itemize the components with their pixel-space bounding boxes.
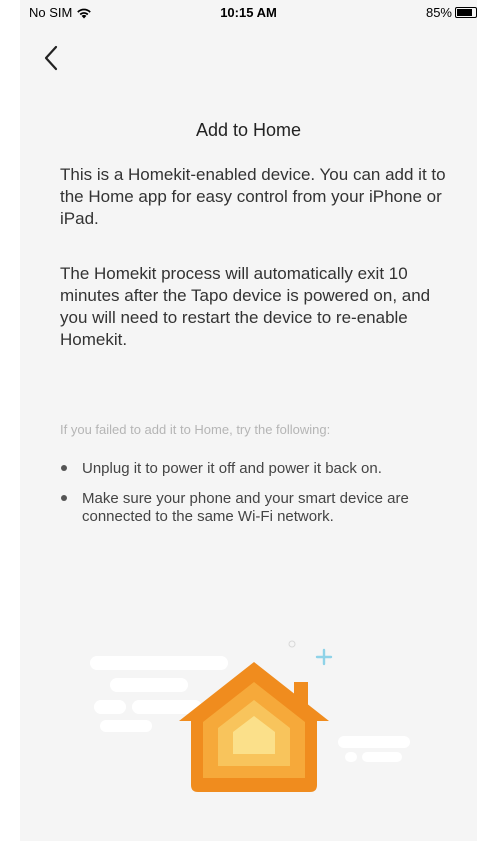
sparkle-plus-icon — [315, 648, 333, 666]
intro-text: This is a Homekit-enabled device. You ca… — [60, 165, 446, 228]
back-button[interactable] — [36, 42, 66, 74]
bullet-icon — [61, 465, 67, 471]
battery-icon — [455, 7, 477, 18]
status-bar: No SIM 10:15 AM 85% — [20, 0, 477, 28]
status-time: 10:15 AM — [220, 5, 277, 20]
tip-text: Unplug it to power it off and power it b… — [82, 460, 382, 477]
tips-list: Unplug it to power it off and power it b… — [60, 460, 470, 538]
process-text: The Homekit process will automatically e… — [60, 264, 431, 349]
home-house-icon — [179, 662, 329, 792]
battery-percent: 85% — [425, 5, 452, 20]
list-item: Unplug it to power it off and power it b… — [60, 460, 470, 478]
chevron-left-icon — [44, 45, 58, 71]
battery-fill — [457, 9, 473, 16]
sparkle-dot-icon — [288, 640, 296, 648]
page-title: Add to Home — [195, 120, 302, 140]
home-illustration — [90, 640, 410, 792]
bullet-icon — [61, 495, 67, 501]
tip-text: Make sure your phone and your smart devi… — [82, 490, 409, 525]
status-battery: 85% — [426, 5, 477, 20]
list-item: Make sure your phone and your smart devi… — [60, 490, 470, 526]
hint-text: If you failed to add it to Home, try the… — [60, 422, 331, 437]
screen: No SIM 10:15 AM 85% Add to Home This is … — [20, 0, 477, 841]
